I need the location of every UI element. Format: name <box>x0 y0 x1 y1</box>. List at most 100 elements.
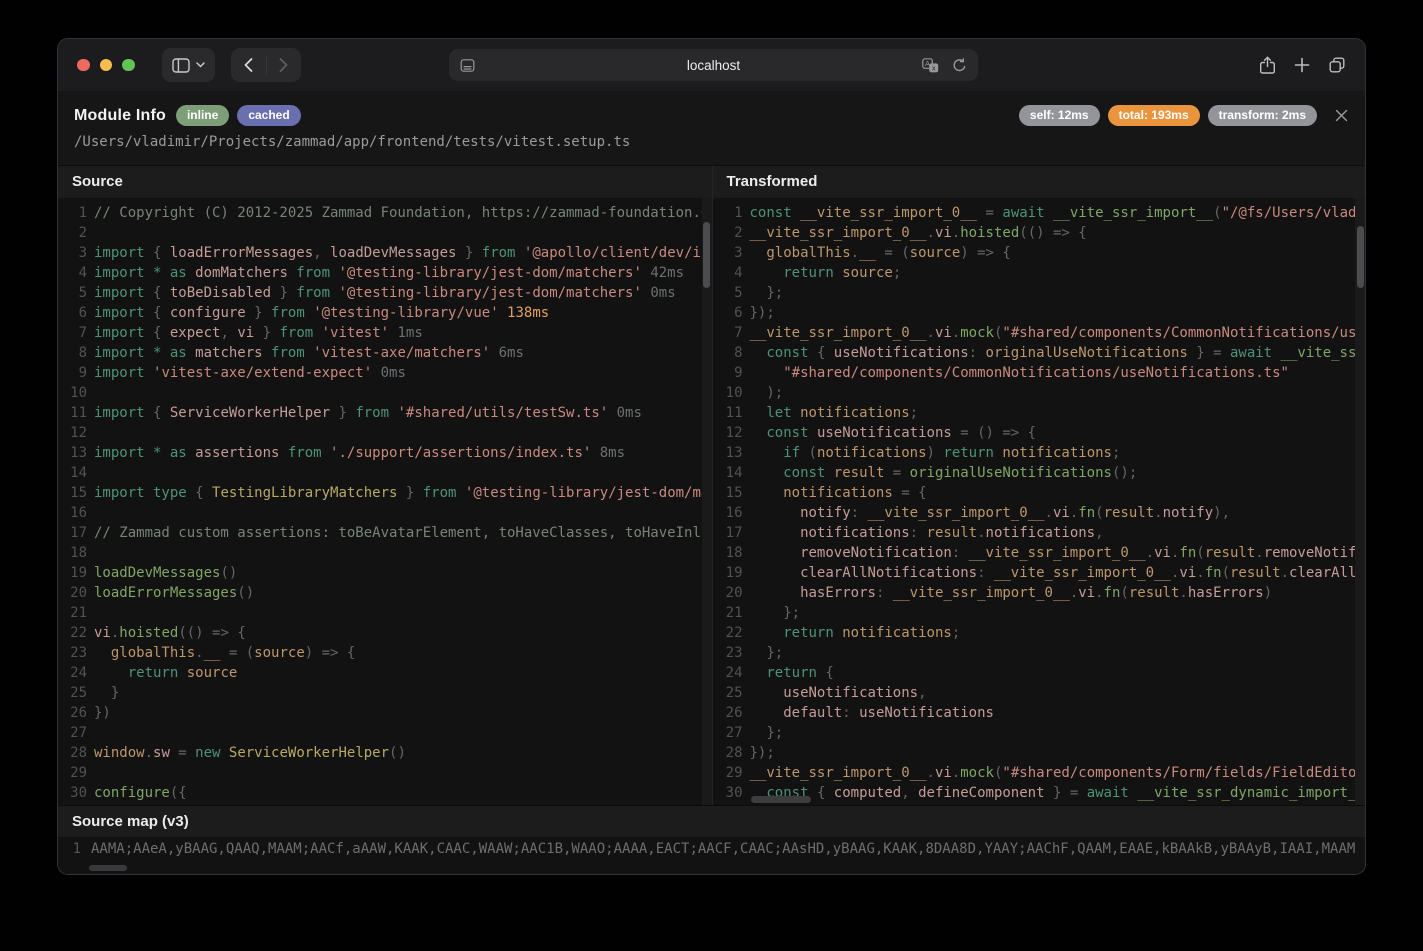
code-line: 21 <box>58 603 712 623</box>
browser-toolbar: localhost A x <box>58 39 1365 91</box>
zoom-window-button[interactable] <box>122 59 135 72</box>
code-line: 4import * as domMatchers from '@testing-… <box>58 263 712 283</box>
code-line: 19loadDevMessages() <box>58 563 712 583</box>
line-number: 9 <box>713 363 743 383</box>
line-number: 13 <box>58 443 87 463</box>
source-code[interactable]: 1// Copyright (C) 2012-2025 Zammad Found… <box>58 198 712 805</box>
code-line: 26}) <box>58 703 712 723</box>
sidebar-toggle-button[interactable] <box>162 48 215 82</box>
chevron-left-icon <box>244 58 253 72</box>
transformed-vertical-scrollbar[interactable] <box>1355 198 1365 805</box>
divider <box>266 56 267 74</box>
code-line: 11import { ServiceWorkerHelper } from '#… <box>58 403 712 423</box>
chevron-right-icon <box>279 58 288 72</box>
line-number: 1 <box>58 837 81 861</box>
scrollbar-thumb[interactable] <box>703 222 710 288</box>
code-line: 22vi.hoisted(() => { <box>58 623 712 643</box>
minimize-window-button[interactable] <box>100 59 113 72</box>
code-line: 16 notify: __vite_ssr_import_0__.vi.fn(r… <box>713 503 1366 523</box>
transformed-horizontal-scrollbar[interactable] <box>751 796 811 803</box>
new-tab-icon[interactable] <box>1294 57 1310 73</box>
transformed-code[interactable]: 1const __vite_ssr_import_0__ = await __v… <box>713 198 1366 805</box>
traffic-lights <box>77 59 135 72</box>
code-line: 26 default: useNotifications <box>713 703 1366 723</box>
transformed-panel: Transformed 1const __vite_ssr_import_0__… <box>712 166 1366 805</box>
close-button[interactable] <box>1330 104 1352 126</box>
line-number: 26 <box>713 703 743 723</box>
code-line: 10 ); <box>713 383 1366 403</box>
code-line: 15 notifications = { <box>713 483 1366 503</box>
line-number: 27 <box>713 723 743 743</box>
chevron-down-icon <box>196 62 205 68</box>
line-number: 23 <box>713 643 743 663</box>
line-number: 21 <box>713 603 743 623</box>
code-line: 6}); <box>713 303 1366 323</box>
navigation-buttons <box>231 48 301 82</box>
code-line: 24 return source <box>58 663 712 683</box>
line-number: 25 <box>58 683 87 703</box>
code-line: 17// Zammad custom assertions: toBeAvata… <box>58 523 712 543</box>
line-number: 22 <box>713 623 743 643</box>
code-line: 23 globalThis.__ = (source) => { <box>58 643 712 663</box>
line-number: 18 <box>713 543 743 563</box>
line-number: 27 <box>58 723 87 743</box>
inspect-page: Module Info inlinecached self: 12mstotal… <box>58 91 1365 874</box>
code-line: 3import { loadErrorMessages, loadDevMess… <box>58 243 712 263</box>
code-line: 19 clearAllNotifications: __vite_ssr_imp… <box>713 563 1366 583</box>
forward-button[interactable] <box>266 58 301 72</box>
line-number: 4 <box>713 263 743 283</box>
line-number: 26 <box>58 703 87 723</box>
code-line: 22 return notifications; <box>713 623 1366 643</box>
address-bar[interactable]: localhost A x <box>449 49 978 81</box>
source-vertical-scrollbar[interactable] <box>702 198 712 805</box>
line-number: 23 <box>58 643 87 663</box>
line-number: 5 <box>58 283 87 303</box>
url-text: localhost <box>449 58 978 73</box>
module-badges: inlinecached <box>176 105 301 126</box>
line-number: 10 <box>58 383 87 403</box>
code-line: 17 notifications: result.notifications, <box>713 523 1366 543</box>
code-line: 23 }; <box>713 643 1366 663</box>
line-number: 17 <box>58 523 87 543</box>
line-number: 3 <box>713 243 743 263</box>
line-number: 18 <box>58 543 87 563</box>
line-number: 8 <box>58 343 87 363</box>
code-line: 6import { configure } from '@testing-lib… <box>58 303 712 323</box>
line-number: 19 <box>58 563 87 583</box>
back-button[interactable] <box>231 58 266 72</box>
code-line: 16 <box>58 503 712 523</box>
code-line: 10 <box>58 383 712 403</box>
scrollbar-thumb[interactable] <box>1357 226 1364 288</box>
code-line: 11 let notifications; <box>713 403 1366 423</box>
line-number: 2 <box>58 223 87 243</box>
line-number: 1 <box>58 203 87 223</box>
badge-self: self: 12ms <box>1019 105 1100 126</box>
sourcemap-horizontal-scrollbar[interactable] <box>89 865 127 871</box>
line-number: 16 <box>58 503 87 523</box>
line-number: 12 <box>713 423 743 443</box>
close-window-button[interactable] <box>77 59 90 72</box>
code-line: 1const __vite_ssr_import_0__ = await __v… <box>713 203 1366 223</box>
line-number: 6 <box>58 303 87 323</box>
line-number: 20 <box>713 583 743 603</box>
line-number: 1 <box>713 203 743 223</box>
badge-transform: transform: 2ms <box>1208 105 1317 126</box>
badge-inline: inline <box>176 105 229 126</box>
line-number: 3 <box>58 243 87 263</box>
source-panel-title: Source <box>58 166 712 198</box>
code-line: 7__vite_ssr_import_0__.vi.mock("#shared/… <box>713 323 1366 343</box>
sidebar-icon <box>172 58 190 73</box>
page-title: Module Info <box>74 107 166 125</box>
desktop-background: localhost A x <box>0 0 1423 951</box>
line-number: 7 <box>58 323 87 343</box>
share-icon[interactable] <box>1259 56 1276 75</box>
code-line: 18 <box>58 543 712 563</box>
code-line: 8import * as matchers from 'vitest-axe/m… <box>58 343 712 363</box>
tab-overview-icon[interactable] <box>1328 56 1346 74</box>
sourcemap-title: Source map (v3) <box>58 806 1365 837</box>
line-number: 17 <box>713 523 743 543</box>
code-line: 25 } <box>58 683 712 703</box>
code-line: 18 removeNotification: __vite_ssr_import… <box>713 543 1366 563</box>
line-number: 29 <box>58 763 87 783</box>
line-number: 14 <box>58 463 87 483</box>
